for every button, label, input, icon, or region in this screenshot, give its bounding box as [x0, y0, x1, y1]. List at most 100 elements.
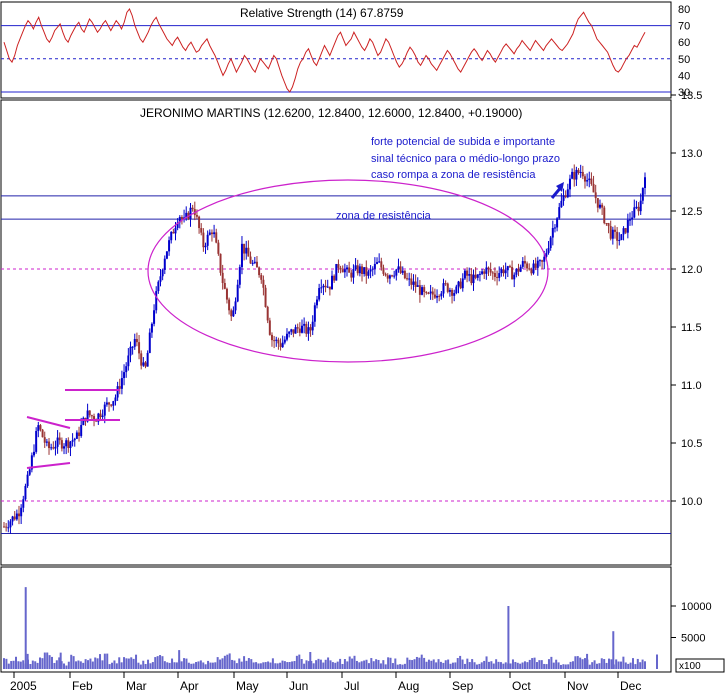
candle-body: [303, 323, 306, 326]
candle-body: [498, 273, 501, 278]
x-tick-label: Dec: [620, 679, 641, 693]
candle-body: [526, 263, 529, 269]
candle-body: [275, 339, 278, 341]
candle-body: [644, 177, 646, 188]
candle-body: [39, 425, 42, 430]
candle-body: [161, 269, 164, 277]
candle-body: [382, 267, 385, 274]
candle-body: [399, 266, 402, 273]
candle-body: [611, 229, 614, 239]
chart-canvas: 30405060708010.010.511.011.512.012.513.0…: [0, 1, 725, 693]
candle-body: [313, 305, 316, 322]
candle-body: [266, 306, 269, 321]
candle-body: [523, 261, 526, 264]
candle-body: [573, 171, 576, 180]
candle-body: [168, 240, 171, 252]
candle-body: [521, 261, 524, 267]
price-panel-frame: [0, 99, 672, 566]
candle-body: [296, 327, 299, 329]
candle-body: [427, 292, 430, 294]
price-tick-label: 12.0: [681, 264, 702, 276]
candle-body: [328, 286, 331, 290]
candle-body: [515, 268, 518, 275]
candle-body: [365, 267, 368, 276]
candle-body: [215, 232, 218, 243]
candle-body: [386, 275, 389, 279]
candle-body: [208, 232, 211, 235]
candle-body: [373, 263, 376, 269]
candle-body: [481, 271, 484, 274]
candle-body: [110, 404, 113, 406]
rsi-panel: [1, 8, 671, 93]
price-tick-label: 11.5: [681, 322, 702, 334]
candle-body: [249, 256, 252, 264]
candle-body: [35, 431, 38, 452]
candle-body: [513, 274, 516, 280]
candle-body: [195, 215, 198, 217]
price-tick-label: 11.0: [681, 380, 702, 392]
candle-body: [157, 281, 160, 292]
candle-body: [65, 440, 68, 447]
candle-body: [67, 440, 70, 449]
candle-body: [564, 195, 567, 198]
candle-body: [45, 441, 48, 443]
candle-body: [376, 262, 379, 264]
candle-body: [153, 310, 156, 324]
candle-body: [455, 286, 458, 294]
candle-body: [234, 301, 237, 311]
candle-body: [391, 275, 394, 277]
candle-body: [346, 267, 349, 270]
candle-body: [416, 285, 419, 287]
candle-body: [395, 269, 398, 276]
candle-body: [311, 321, 314, 331]
candle-body: [41, 429, 44, 438]
candle-body: [37, 425, 40, 432]
candle-body: [285, 333, 288, 340]
candle-body: [101, 415, 104, 417]
candle-body: [423, 287, 426, 292]
candle-body: [442, 283, 445, 294]
candle-body: [326, 286, 329, 288]
candle-body: [410, 278, 413, 285]
candle-body: [506, 266, 509, 271]
candle-body: [487, 267, 490, 270]
candle-body: [88, 410, 91, 416]
candle-body: [408, 278, 411, 280]
candle-body: [264, 287, 267, 307]
candle-body: [228, 299, 231, 311]
candle-body: [418, 285, 421, 295]
candle-body: [500, 269, 503, 274]
candle-body: [159, 276, 162, 282]
candle-body: [116, 386, 119, 398]
candle-body: [470, 274, 473, 284]
candle-body: [371, 268, 374, 270]
candle-body: [324, 285, 327, 288]
triangle-bottom-line: [26, 462, 71, 469]
candle-body: [78, 432, 81, 436]
candle-body: [273, 340, 276, 342]
candle-body: [26, 474, 29, 486]
volume-unit-label: x100: [679, 661, 701, 672]
candle-body: [73, 438, 76, 441]
candle-body: [583, 176, 586, 182]
candle-body: [598, 204, 601, 208]
candle-body: [120, 378, 123, 389]
candle-body: [421, 287, 424, 295]
annotation-line-3: caso rompa a zona de resistência: [371, 169, 536, 181]
candle-body: [451, 289, 454, 296]
x-tick-label: Jun: [289, 679, 308, 693]
candle-body: [628, 219, 631, 221]
candle-body: [603, 207, 606, 224]
x-tick-label: Oct: [512, 679, 531, 693]
candle-body: [283, 339, 286, 343]
candle-body: [75, 432, 78, 439]
candle-body: [80, 424, 83, 436]
candle-body: [140, 353, 143, 366]
volume-tick-label: 5000: [681, 633, 705, 645]
price-tick-label: 10.0: [681, 496, 702, 508]
candle-body: [268, 320, 271, 335]
candle-body: [331, 275, 334, 290]
candle-body: [536, 260, 539, 268]
candle-body: [105, 402, 108, 405]
candle-body: [318, 288, 321, 300]
